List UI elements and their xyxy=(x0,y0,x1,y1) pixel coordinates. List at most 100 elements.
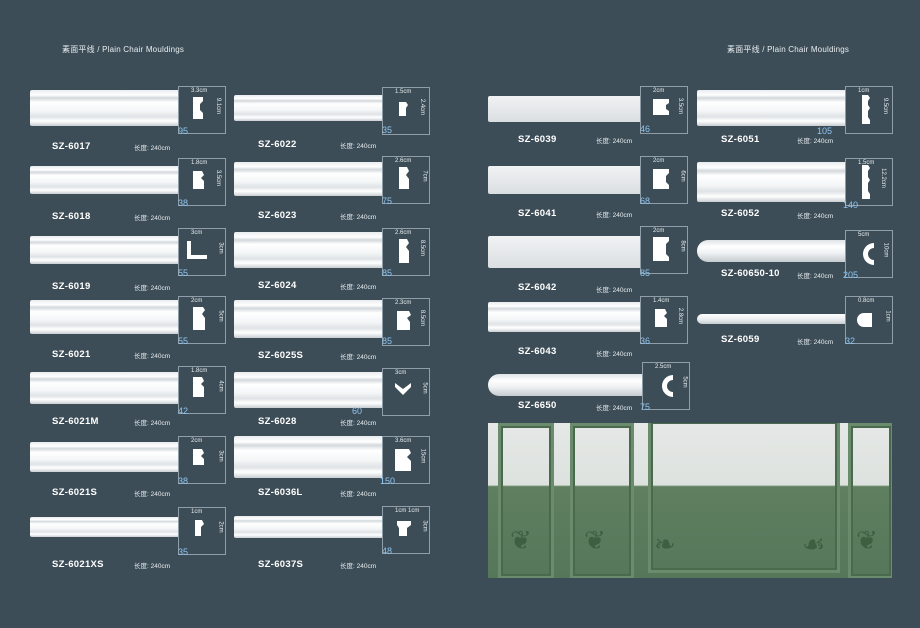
product-code: SZ-6059 xyxy=(721,334,760,345)
product-card[interactable]: 3cm 3cm 55 SZ-6019 长度: 240cm xyxy=(30,228,230,292)
product-card[interactable]: 2.6cm 7cm 75 SZ-6023 长度: 240cm xyxy=(234,156,434,221)
product-code: SZ-6041 xyxy=(518,208,557,219)
product-code: SZ-60650-10 xyxy=(721,268,780,279)
height-dimension: 2cm xyxy=(217,521,224,533)
width-dimension: 1.8cm xyxy=(191,160,208,166)
length-label: 长度: 240cm xyxy=(134,491,171,498)
product-code: SZ-6022 xyxy=(258,139,297,150)
product-code: SZ-6021XS xyxy=(52,559,104,570)
ornament-icon: ❦ xyxy=(510,525,532,555)
moulding-image xyxy=(234,162,384,196)
weight-value: 32 xyxy=(845,336,856,346)
weight-value: 85 xyxy=(640,268,651,278)
moulding-image xyxy=(234,95,384,121)
product-code: SZ-6021S xyxy=(52,487,98,498)
weight-value: 35 xyxy=(382,125,393,135)
product-card[interactable]: 2cm 3.5cm 46 SZ-6039 长度: 240cm xyxy=(488,86,688,146)
length-label: 长度: 240cm xyxy=(134,285,171,292)
moulding-image xyxy=(30,90,180,126)
length-label: 长度: 240cm xyxy=(340,491,377,498)
moulding-image xyxy=(234,372,384,408)
moulding-image xyxy=(488,236,640,268)
moulding-image xyxy=(30,372,180,404)
length-label: 长度: 240cm xyxy=(596,287,633,294)
product-card[interactable]: 1.4cm 2.8cm 36 SZ-6043 长度: 240cm xyxy=(488,296,688,358)
product-card[interactable]: 1.5cm 12.2cm 140 SZ-6052 长度: 240cm xyxy=(697,158,897,220)
height-dimension: 4cm xyxy=(217,380,224,392)
width-dimension: 5cm xyxy=(858,232,870,238)
height-dimension: 15cm xyxy=(419,448,426,464)
width-dimension: 2cm xyxy=(653,158,665,164)
product-card[interactable]: 1cm 2cm 35 SZ-6021XS 长度: 240cm xyxy=(30,507,230,570)
weight-value: 75 xyxy=(382,196,393,206)
weight-value: 35 xyxy=(178,547,189,557)
width-dimension: 1cm 1cm xyxy=(395,508,420,514)
weight-value: 140 xyxy=(843,200,859,210)
product-card[interactable]: 2cm 3cm 38 SZ-6021S 长度: 240cm xyxy=(30,436,230,498)
height-dimension: 7cm xyxy=(421,170,428,182)
width-dimension: 1cm xyxy=(858,88,870,94)
width-dimension: 2cm xyxy=(653,88,665,94)
product-card[interactable]: 3.6cm 15cm 150 SZ-6036L 长度: 240cm xyxy=(234,436,434,498)
product-card[interactable]: 2cm 8cm 85 SZ-6042 长度: 240cm xyxy=(488,226,688,294)
weight-value: 85 xyxy=(382,336,393,346)
profile-diagram: 1.5cm 12.2cm xyxy=(845,158,893,206)
weight-value: 42 xyxy=(178,406,189,416)
profile-diagram: 1cm 9.5cm xyxy=(845,86,893,134)
length-label: 长度: 240cm xyxy=(596,212,633,219)
weight-value: 95 xyxy=(178,126,189,136)
product-card[interactable]: 2.5cm 5cm 75 SZ-6650 长度: 240cm xyxy=(488,362,690,422)
product-card[interactable]: 1cm 1cm 3cm 48 SZ-6037S 长度: 240cm xyxy=(234,506,434,570)
width-dimension: 1.5cm xyxy=(858,160,875,166)
moulding-image xyxy=(697,90,847,126)
width-dimension: 3cm xyxy=(395,370,407,376)
product-card[interactable]: 1.8cm 3.5cm 38 SZ-6018 长度: 240cm xyxy=(30,158,230,222)
length-label: 长度: 240cm xyxy=(134,353,171,360)
ornament-icon: ❧ xyxy=(654,529,676,559)
product-card[interactable]: 1.5cm 2.4cm 35 SZ-6022 长度: 240cm xyxy=(234,87,434,150)
product-code: SZ-6018 xyxy=(52,211,91,222)
product-code: SZ-6021 xyxy=(52,349,91,360)
product-code: SZ-6039 xyxy=(518,134,557,145)
width-dimension: 2.6cm xyxy=(395,230,412,236)
length-label: 长度: 240cm xyxy=(596,405,633,412)
weight-value: 150 xyxy=(380,476,396,486)
width-dimension: 2cm xyxy=(191,438,203,444)
moulding-image xyxy=(30,517,180,537)
height-dimension: 10cm xyxy=(882,242,889,258)
ornament-icon: ❦ xyxy=(584,525,606,555)
moulding-image xyxy=(30,442,180,472)
weight-value: 38 xyxy=(178,198,189,208)
product-code: SZ-6650 xyxy=(518,400,557,411)
weight-value: 46 xyxy=(640,124,651,134)
product-card[interactable]: 1.8cm 4cm 42 SZ-6021M 长度: 240cm xyxy=(30,366,230,427)
product-code: SZ-6051 xyxy=(721,134,760,145)
product-code: SZ-6042 xyxy=(518,282,557,293)
length-label: 长度: 240cm xyxy=(340,143,377,150)
length-label: 长度: 240cm xyxy=(340,214,377,221)
length-label: 长度: 240cm xyxy=(340,563,377,570)
length-label: 长度: 240cm xyxy=(797,138,834,145)
product-card[interactable]: 2.3cm 8.5cm 85 SZ-6025S 长度: 240cm xyxy=(234,298,434,361)
product-code: SZ-6043 xyxy=(518,346,557,357)
right-section-title: 素面平线 / Plain Chair Mouldings xyxy=(727,45,850,54)
moulding-image xyxy=(30,236,180,264)
width-dimension: 2cm xyxy=(191,298,203,304)
product-card[interactable]: 1cm 9.5cm 105 SZ-6051 长度: 240cm xyxy=(697,86,897,146)
product-code: SZ-6019 xyxy=(52,281,91,292)
ornament-icon: ❦ xyxy=(856,525,878,555)
product-code: SZ-6037S xyxy=(258,559,304,570)
product-card[interactable]: 5cm 10cm 205 SZ-60650-10 长度: 240cm xyxy=(697,230,897,290)
moulding-image xyxy=(697,162,847,202)
product-card[interactable]: 2cm 6cm 68 SZ-6041 长度: 240cm xyxy=(488,156,688,219)
product-card[interactable]: 2.6cm 8.5cm 85 SZ-6024 长度: 240cm xyxy=(234,228,434,291)
product-card[interactable]: 3.3cm 9.1cm 95 SZ-6017 长度: 240cm xyxy=(30,86,230,152)
product-card[interactable]: 3cm 5cm 60 SZ-6028 长度: 240cm xyxy=(234,368,434,428)
length-label: 长度: 240cm xyxy=(797,273,834,280)
product-code: SZ-6024 xyxy=(258,280,297,291)
product-code: SZ-6036L xyxy=(258,487,303,498)
product-card[interactable]: 0.8cm 1cm 32 SZ-6059 长度: 240cm xyxy=(697,296,897,356)
moulding-image xyxy=(30,166,180,194)
weight-value: 55 xyxy=(178,268,189,278)
product-card[interactable]: 2cm 5cm 55 SZ-6021 长度: 240cm xyxy=(30,296,230,360)
